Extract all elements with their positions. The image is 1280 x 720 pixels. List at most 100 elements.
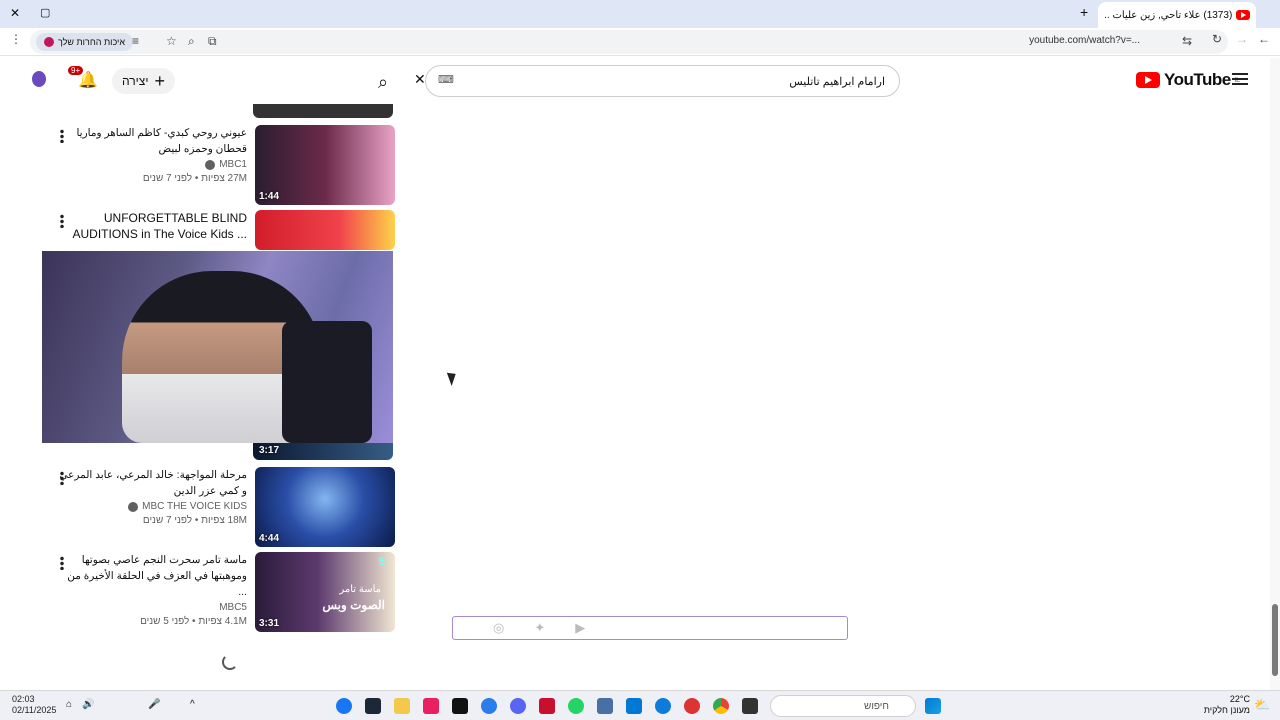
app-icon[interactable]	[742, 698, 758, 714]
hamburger-menu-icon[interactable]	[1232, 73, 1248, 85]
chair-back	[282, 321, 372, 443]
search-input[interactable]: ارامام ابراهيم تاتليس	[425, 65, 900, 97]
video-meta: ماسة تامر سحرت النجم عاصي بصوتها وموهبته…	[57, 552, 247, 627]
chrome-icon[interactable]	[713, 698, 729, 714]
acrobat-icon[interactable]	[539, 698, 555, 714]
clock-date: 02/11/2025	[12, 705, 57, 715]
microphone-icon[interactable]: 🎤	[148, 699, 160, 710]
clear-search-icon[interactable]: ✕	[414, 71, 426, 88]
channel-name[interactable]: MBC THE VOICE KIDS	[57, 501, 247, 512]
edge-icon[interactable]	[655, 698, 671, 714]
list-item[interactable]: 1:44 عيوني روحي كبدي- كاظم الساهر وماريا…	[50, 125, 395, 205]
more-actions-icon[interactable]	[60, 129, 64, 143]
video-thumbnail[interactable]: 3:17	[253, 440, 393, 460]
new-tab-icon[interactable]: +	[1080, 4, 1088, 20]
forward-icon[interactable]: →	[1236, 32, 1248, 46]
file-explorer-icon[interactable]	[394, 698, 410, 714]
video-title[interactable]: UNFORGETTABLE BLIND AUDITIONS in The Voi…	[57, 210, 247, 242]
reading-list-icon[interactable]: ≡	[132, 34, 139, 48]
scrollbar[interactable]	[1270, 58, 1280, 690]
tiktok-icon[interactable]	[452, 698, 468, 714]
video-stats: 18M צפיות • לפני 7 שנים	[142, 515, 247, 526]
clock[interactable]: 02:03 02/11/2025	[12, 694, 56, 716]
channel-label: MBC THE VOICE KIDS	[142, 501, 247, 512]
steam-icon[interactable]	[365, 698, 381, 714]
avatar[interactable]	[32, 71, 46, 87]
video-duration: 3:31	[259, 618, 280, 629]
video-stats: 4.1M צפיות • לפני 5 שנים	[140, 616, 247, 627]
app-icon[interactable]	[684, 698, 700, 714]
bookmark-star-icon[interactable]: ☆	[166, 34, 177, 48]
thumb-caption: ماسة تامر	[339, 584, 381, 595]
instagram-icon: ◎	[493, 620, 505, 635]
logo-text: YouTube	[1164, 70, 1231, 89]
tab-title: (1373) علاء تاحي, زين عليات ...	[1104, 9, 1233, 21]
more-actions-icon[interactable]	[60, 556, 64, 570]
youtube-icon: ▶	[575, 620, 586, 635]
network-icon[interactable]: ⌂	[66, 699, 72, 710]
youtube-header: 🔔 9+ יצירה + ⌕ ارامام ابراهيم تاتليس ✕ ⌨…	[0, 58, 1270, 104]
video-thumbnail-partial[interactable]	[253, 104, 393, 118]
search-button[interactable]: ⌕	[368, 67, 398, 97]
video-title[interactable]: ماسة تامر سحرت النجم عاصي بصوتها وموهبته…	[57, 552, 247, 600]
reload-icon[interactable]: ↻	[1212, 32, 1222, 46]
search-icon: ⌕	[377, 71, 389, 92]
more-options-icon[interactable]: ⋮	[10, 32, 22, 46]
verified-icon	[128, 501, 139, 512]
windows-start-icon[interactable]	[925, 698, 941, 714]
more-actions-icon[interactable]	[60, 214, 64, 228]
permission-chip[interactable]: איכות החרות שלך	[36, 33, 134, 51]
video-title[interactable]: مرحلة المواجهة: خالد المرعي، عابد المرعي…	[57, 467, 247, 499]
channel-name[interactable]: MBC5	[57, 602, 247, 613]
browser-tab[interactable]: (1373) علاء تاحي, زين عليات ...	[1098, 2, 1256, 28]
keyboard-icon[interactable]: ⌨	[438, 73, 454, 86]
zoom-icon[interactable]: ⌕	[188, 34, 195, 49]
weather-widget[interactable]: 22°C מעונן חלקית	[1200, 694, 1250, 716]
more-actions-icon[interactable]	[60, 471, 64, 485]
scrollbar-thumb[interactable]	[1272, 604, 1278, 676]
volume-icon[interactable]: 🔊	[82, 699, 94, 710]
list-item[interactable]: 4:44 مرحلة المواجهة: خالد المرعي، عابد ا…	[50, 467, 395, 547]
video-title[interactable]: عيوني روحي كبدي- كاظم الساهر وماريا قحطا…	[57, 125, 247, 157]
app-icon[interactable]	[423, 698, 439, 714]
webcam-overlay	[42, 251, 393, 443]
plus-icon: +	[154, 70, 165, 91]
channel-name[interactable]: MBC1	[57, 159, 247, 170]
back-icon[interactable]: ←	[1258, 32, 1270, 46]
address-bar[interactable]: איכות החרות שלך ≡ ☆ ⌕ ⧉ youtube.com/watc…	[30, 30, 1228, 54]
weather-temp: 22°C	[1229, 694, 1250, 704]
search-placeholder: חיפוש	[864, 700, 889, 712]
windows-taskbar: 02:03 02/11/2025 ⌂ 🔊 🎤 ^ חיפוש 22°C מעונ…	[0, 690, 1280, 720]
site-settings-icon[interactable]: ⇆	[1182, 34, 1192, 48]
verified-icon	[205, 159, 216, 170]
video-thumbnail[interactable]: 1:44	[255, 125, 395, 205]
stream-social-overlay: ◎ ✦ ▶	[452, 616, 848, 640]
window-restore-icon[interactable]: ▢	[40, 6, 50, 19]
video-duration: 3:17	[259, 445, 280, 456]
video-thumbnail[interactable]: 4:44	[255, 467, 395, 547]
facebook-icon[interactable]	[336, 698, 352, 714]
store-icon[interactable]	[626, 698, 642, 714]
list-item[interactable]: 5 ماسة تامر الصوت وبس 3:31 ماسة تامر سحر…	[50, 552, 395, 632]
thumb-caption: الصوت وبس	[322, 598, 385, 612]
weather-icon: ⛅	[1254, 697, 1271, 712]
app-icon[interactable]	[481, 698, 497, 714]
video-thumbnail[interactable]	[255, 210, 395, 250]
tray-expand-icon[interactable]: ^	[190, 699, 195, 710]
notification-badge: 9+	[68, 66, 84, 75]
window-close-icon[interactable]: ✕	[10, 6, 20, 20]
taskbar-search-input[interactable]: חיפוש	[770, 695, 916, 717]
create-button[interactable]: יצירה +	[112, 68, 175, 94]
loading-spinner	[222, 654, 238, 670]
calculator-icon[interactable]	[597, 698, 613, 714]
youtube-logo[interactable]: YouTube IL	[1136, 70, 1240, 90]
install-app-icon[interactable]: ⧉	[208, 34, 217, 49]
url-text[interactable]: youtube.com/watch?v=...	[1029, 35, 1140, 46]
create-label: יצירה	[122, 74, 149, 88]
youtube-favicon-icon	[1236, 10, 1250, 20]
video-meta: عيوني روحي كبدي- كاظم الساهر وماريا قحطا…	[57, 125, 247, 184]
video-meta: UNFORGETTABLE BLIND AUDITIONS in The Voi…	[57, 210, 247, 242]
discord-icon[interactable]	[510, 698, 526, 714]
whatsapp-icon[interactable]	[568, 698, 584, 714]
video-thumbnail[interactable]: 5 ماسة تامر الصوت وبس 3:31	[255, 552, 395, 632]
